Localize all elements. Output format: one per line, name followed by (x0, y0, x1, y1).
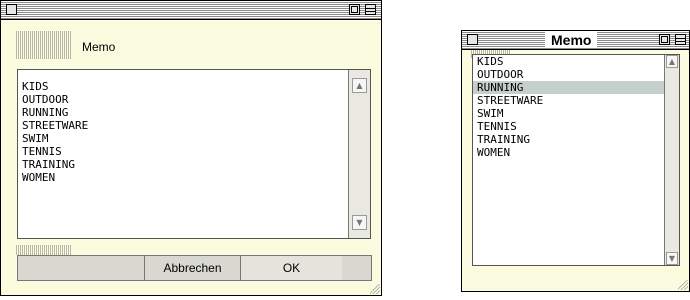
close-box-icon[interactable] (6, 4, 17, 15)
list-item[interactable]: WOMEN (18, 171, 348, 184)
button-bar-grip (16, 245, 72, 255)
list-item[interactable]: TENNIS (18, 145, 348, 158)
list-item[interactable]: SWIM (18, 132, 348, 145)
left-list-box[interactable]: KIDS OUTDOOR RUNNING STREETWARE SWIM TEN… (17, 69, 371, 239)
list-item[interactable]: OUTDOOR (473, 68, 664, 81)
list-item[interactable]: TRAINING (18, 158, 348, 171)
close-box-icon[interactable] (467, 34, 478, 45)
scroll-down-arrow-icon[interactable]: ▼ (352, 215, 367, 230)
cancel-button[interactable]: Abbrechen (144, 256, 240, 280)
list-item[interactable]: RUNNING (18, 106, 348, 119)
right-list-box[interactable]: KIDS OUTDOOR RUNNING STREETWARE SWIM TEN… (472, 54, 680, 266)
list-item[interactable]: STREETWARE (18, 119, 348, 132)
list-item[interactable]: KIDS (473, 55, 664, 68)
scroll-up-arrow-icon[interactable]: ▲ (666, 55, 678, 68)
left-list: KIDS OUTDOOR RUNNING STREETWARE SWIM TEN… (18, 80, 348, 184)
memo-label: Memo (82, 40, 116, 54)
list-item[interactable]: TENNIS (473, 120, 664, 133)
scroll-up-arrow-icon[interactable]: ▲ (352, 78, 367, 93)
button-bar: Abbrechen OK (17, 255, 372, 281)
resize-grip-icon[interactable] (678, 280, 688, 290)
right-title-bar[interactable]: Memo (462, 31, 689, 50)
right-list: KIDS OUTDOOR RUNNING STREETWARE SWIM TEN… (473, 55, 664, 159)
list-item[interactable]: KIDS (18, 80, 348, 93)
left-vertical-scrollbar[interactable]: ▲ ▼ (348, 70, 370, 238)
list-item[interactable]: STREETWARE (473, 94, 664, 107)
label-grip (16, 31, 72, 59)
scroll-down-arrow-icon[interactable]: ▼ (666, 252, 678, 265)
zoom-box-icon[interactable] (349, 4, 360, 15)
list-item-selected[interactable]: RUNNING (473, 81, 664, 94)
right-vertical-scrollbar[interactable]: ▲ ▼ (664, 55, 679, 265)
list-item[interactable]: TRAINING (473, 133, 664, 146)
left-title-bar[interactable] (1, 1, 381, 20)
list-item[interactable]: SWIM (473, 107, 664, 120)
resize-grip-icon[interactable] (370, 284, 380, 294)
collapse-box-icon[interactable] (365, 4, 376, 15)
window-title: Memo (545, 32, 598, 48)
left-memo-window: Memo KIDS OUTDOOR RUNNING STREETWARE SWI… (0, 0, 382, 296)
list-item[interactable]: WOMEN (473, 146, 664, 159)
ok-button[interactable]: OK (240, 256, 342, 280)
list-item[interactable]: OUTDOOR (18, 93, 348, 106)
collapse-box-icon[interactable] (675, 34, 686, 45)
zoom-box-icon[interactable] (659, 34, 670, 45)
right-memo-window: Memo KIDS OUTDOOR RUNNING STREETWARE SWI… (461, 30, 690, 292)
